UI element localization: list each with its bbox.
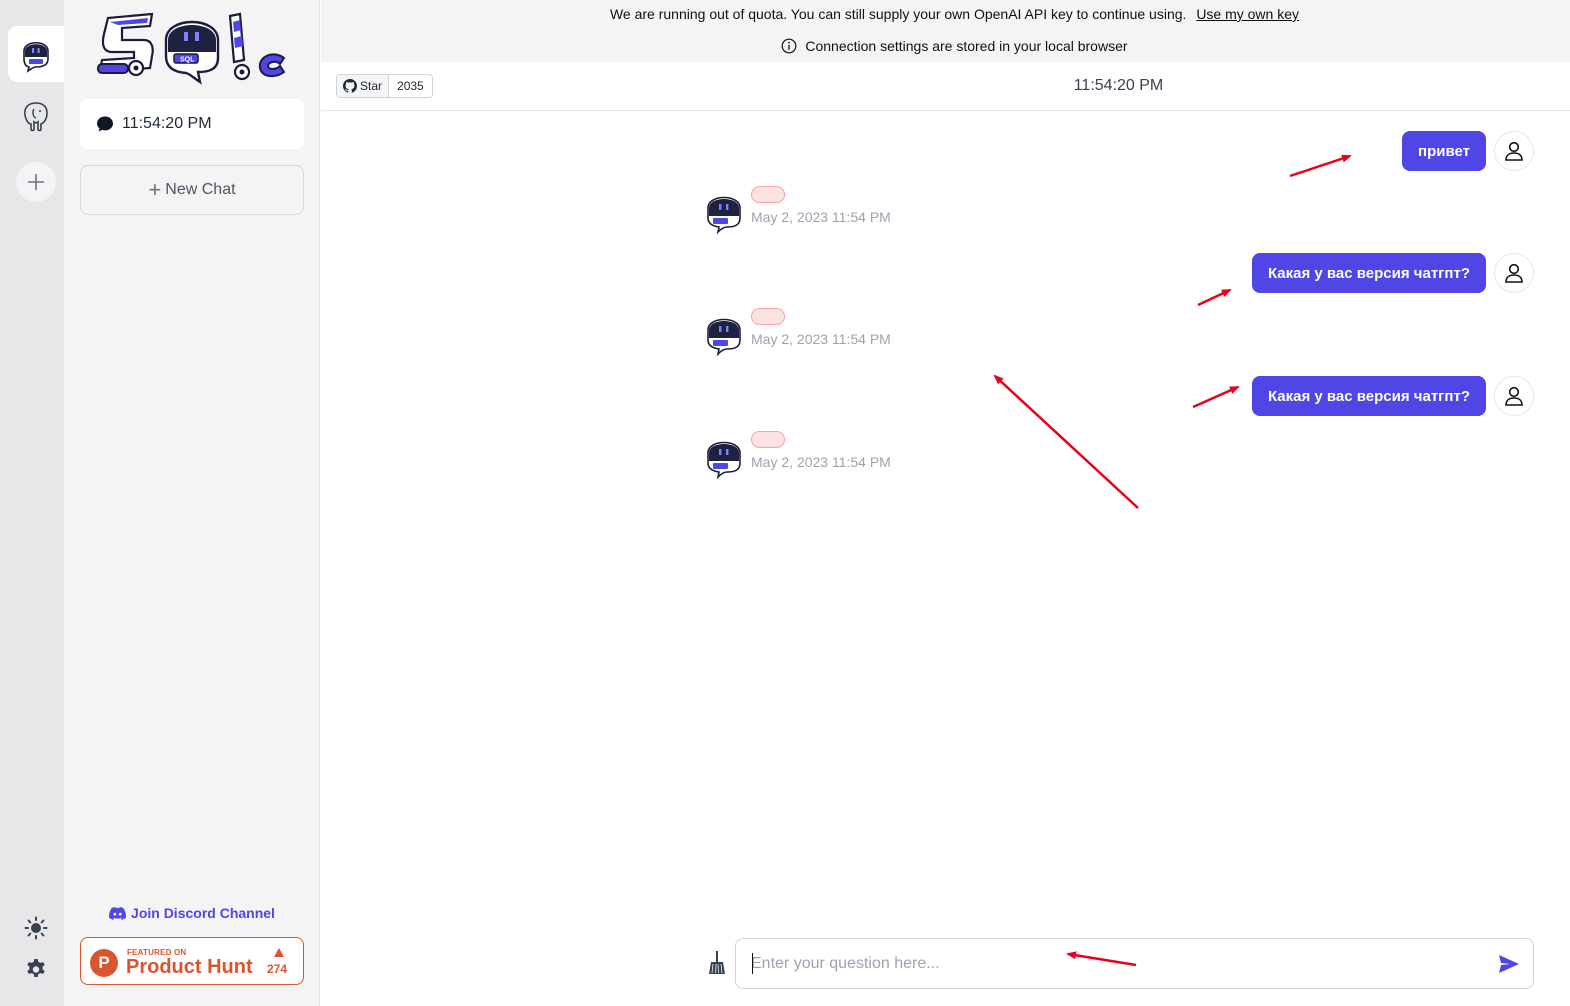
product-hunt-name: Product Hunt <box>126 956 253 978</box>
assistant-avatar-icon <box>707 196 741 235</box>
assistant-message: May 2, 2023 11:54 PM <box>705 431 925 481</box>
question-input[interactable] <box>751 939 1481 988</box>
upvote-triangle-icon <box>274 948 284 957</box>
chat-title: 11:54:20 PM <box>1073 77 1164 94</box>
user-message-bubble: Какая у вас версия чатгпт? <box>1251 253 1486 293</box>
settings-note-text: Connection settings are stored in your l… <box>805 38 1128 54</box>
text-caret <box>752 953 753 974</box>
user-message: Какая у вас версия чатгпт? <box>1251 253 1534 293</box>
chat-sidebar: SQL 11:54:20 PM + New Chat Join Discord … <box>64 0 320 1006</box>
question-input-box[interactable] <box>735 938 1534 989</box>
message-timestamp: May 2, 2023 11:54 PM <box>751 209 891 225</box>
sun-icon <box>24 916 48 940</box>
user-icon <box>1505 386 1523 406</box>
user-avatar <box>1494 376 1534 416</box>
new-chat-button[interactable]: + New Chat <box>80 165 304 215</box>
user-message-bubble: привет <box>1402 131 1486 171</box>
robot-icon <box>23 41 49 73</box>
plus-icon: + <box>148 177 162 202</box>
chat-main: We are running out of quota. You can sti… <box>321 0 1570 1006</box>
discord-icon <box>109 906 127 920</box>
user-avatar <box>1494 253 1534 293</box>
assistant-message: May 2, 2023 11:54 PM <box>705 186 925 236</box>
user-avatar <box>1494 131 1534 171</box>
clear-chat-button[interactable] <box>705 950 729 976</box>
add-connection-button[interactable] <box>16 162 56 202</box>
quota-text: We are running out of quota. You can sti… <box>609 6 1187 22</box>
user-icon <box>1505 263 1523 283</box>
icon-rail <box>0 0 64 1006</box>
rail-item-sqlchat[interactable] <box>8 26 64 82</box>
assistant-avatar-icon <box>707 318 741 357</box>
gear-icon <box>27 959 45 977</box>
user-icon <box>1505 141 1523 161</box>
broom-icon <box>709 951 725 974</box>
chat-list-item-title: 11:54:20 PM <box>122 115 212 132</box>
user-message-bubble: Какая у вас версия чатгпт? <box>1251 376 1486 416</box>
use-own-key-link[interactable]: Use my own key <box>1196 6 1299 22</box>
join-discord-label: Join Discord Channel <box>131 905 275 921</box>
new-chat-label: New Chat <box>165 181 236 198</box>
rail-item-postgres[interactable] <box>8 88 64 144</box>
product-hunt-badge[interactable]: P FEATURED ON Product Hunt 274 <box>80 937 304 985</box>
chat-header: Star 2035 11:54:20 PM <box>321 62 1570 111</box>
app-window: SQL 11:54:20 PM + New Chat Join Discord … <box>0 0 1570 1006</box>
empty-response-badge <box>751 431 785 448</box>
join-discord-link[interactable]: Join Discord Channel <box>80 905 304 921</box>
settings-button[interactable] <box>22 954 50 982</box>
settings-note: Connection settings are stored in your l… <box>321 38 1570 54</box>
quota-message: We are running out of quota. You can sti… <box>321 6 1570 22</box>
empty-response-badge <box>751 186 785 203</box>
info-icon <box>782 38 797 54</box>
chat-bubble-icon <box>96 115 114 133</box>
message-timestamp: May 2, 2023 11:54 PM <box>751 331 891 347</box>
svg-text:SQL: SQL <box>180 57 195 64</box>
message-timestamp: May 2, 2023 11:54 PM <box>751 454 891 470</box>
quota-banner: We are running out of quota. You can sti… <box>321 0 1570 62</box>
user-message: привет <box>1402 131 1534 171</box>
assistant-avatar-icon <box>707 441 741 480</box>
chat-list-item-active[interactable]: 11:54:20 PM <box>80 99 304 149</box>
theme-toggle-button[interactable] <box>22 914 50 942</box>
product-hunt-logo-icon: P <box>90 949 118 977</box>
plus-icon <box>28 174 44 190</box>
empty-response-badge <box>751 308 785 325</box>
product-hunt-upvote-count: 274 <box>267 962 288 976</box>
sql-chat-logo: SQL <box>97 12 286 85</box>
postgres-elephant-icon <box>24 102 48 132</box>
user-message: Какая у вас версия чатгпт? <box>1251 376 1534 416</box>
send-icon[interactable] <box>1497 952 1521 976</box>
assistant-message: May 2, 2023 11:54 PM <box>705 308 925 358</box>
